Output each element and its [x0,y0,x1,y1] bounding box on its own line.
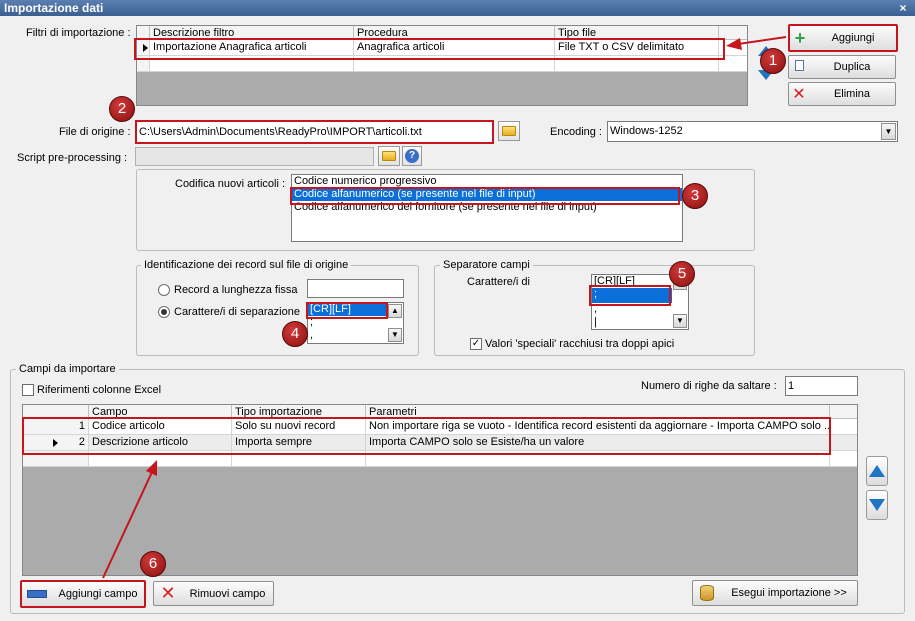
annotation-badge-3: 3 [682,183,708,209]
add-field-button[interactable]: Aggiungi campo [20,580,146,608]
scroll-down-icon[interactable]: ▼ [388,328,402,342]
skip-rows-input[interactable]: 1 [785,376,858,396]
script-input[interactable] [135,147,374,166]
delete-filter-button[interactable]: ✕ Elimina [788,82,896,106]
excel-refs-label: Riferimenti colonne Excel [37,384,162,396]
add-filter-button[interactable]: + Aggiungi [788,24,898,52]
file-origin-input[interactable]: C:\Users\Admin\Documents\ReadyPro\IMPORT… [135,120,494,144]
move-field-down-icon[interactable] [866,490,888,520]
window-title: Importazione dati [4,1,104,15]
window-titlebar: Importazione dati [0,0,915,16]
highlight-box-4 [306,302,388,319]
encoding-select[interactable]: Windows-1252 ▼ [607,121,898,142]
quoted-values-checkbox[interactable]: ✓ [470,338,482,350]
browse-folder-icon[interactable] [498,121,520,141]
scroll-up-icon[interactable]: ▲ [388,304,402,318]
record-sep-option[interactable]: , [308,329,386,342]
field-sep-option[interactable]: | [592,316,672,329]
annotation-badge-4: 4 [282,321,308,347]
field-separator-label: Carattere/i di [467,276,530,288]
excel-refs-checkbox[interactable] [22,384,34,396]
quoted-values-label: Valori 'speciali' racchiusi tra doppi ap… [485,338,675,350]
delete-x-icon: ✕ [160,583,176,603]
filters-label: Filtri di importazione : [26,27,131,39]
duplicate-filter-button[interactable]: Duplica [788,55,896,79]
encoding-label: Encoding : [550,126,602,138]
remove-field-button[interactable]: ✕ Rimuovi campo [153,581,274,606]
script-label: Script pre-processing : [17,152,128,164]
separator-radio[interactable] [158,306,170,318]
coding-list[interactable]: Codice numerico progressivo Codice alfan… [291,174,683,242]
delete-x-icon: ✕ [792,86,806,103]
coding-label: Codifica nuovi articoli : [175,178,286,190]
fixed-length-label: Record a lunghezza fissa [174,284,298,296]
field-separator-title: Separatore campi [440,259,533,271]
browse-script-folder-icon[interactable] [378,146,400,166]
annotation-badge-1: 1 [760,48,786,74]
fields-title: Campi da importare [16,363,119,375]
highlight-box-fields [22,417,831,455]
copy-icon [789,60,809,74]
file-origin-label: File di origine : [59,126,131,138]
database-import-icon [693,585,721,601]
close-icon[interactable]: × [897,0,909,16]
help-icon[interactable]: ? [402,146,422,166]
highlight-box-5 [589,285,671,306]
encoding-value: Windows-1252 [610,125,683,137]
chevron-down-icon[interactable]: ▼ [881,123,896,140]
annotation-badge-5: 5 [669,261,695,287]
skip-rows-label: Numero di righe da saltare : [641,380,777,392]
record-id-title: Identificazione dei record sul file di o… [141,259,352,271]
annotation-badge-6: 6 [140,551,166,577]
separator-label: Carattere/i di separazione [174,306,300,318]
scroll-down-icon[interactable]: ▼ [673,314,687,328]
fixed-length-radio[interactable] [158,284,170,296]
move-field-up-icon[interactable] [866,456,888,486]
fixed-length-input[interactable] [307,279,404,298]
annotation-badge-2: 2 [109,96,135,122]
highlight-box-3 [290,187,680,205]
highlight-box-1 [134,38,725,60]
add-field-icon [22,590,52,598]
plus-icon: + [794,28,806,48]
run-import-button[interactable]: Esegui importazione >> [692,580,858,606]
